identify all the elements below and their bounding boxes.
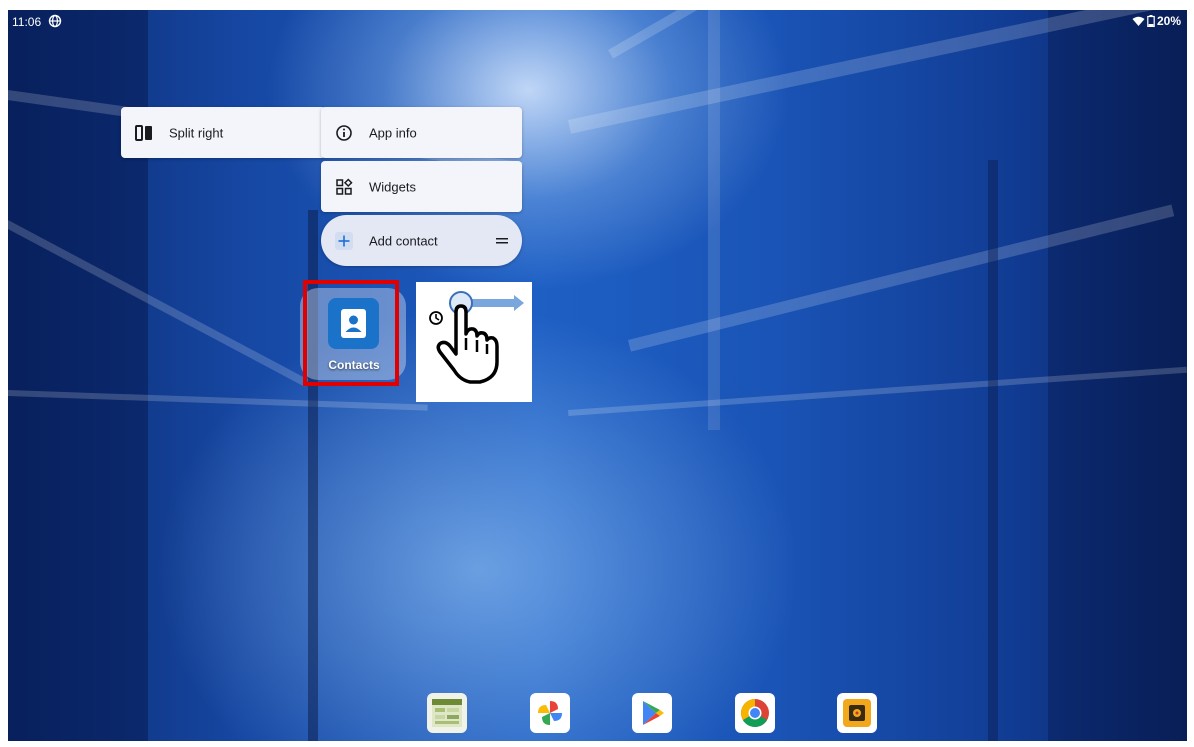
menu-app-info-label: App info [369, 125, 417, 140]
dock-app-spreadsheet[interactable] [427, 693, 467, 733]
status-time: 11:06 [12, 15, 42, 29]
vpn-globe-icon [48, 14, 62, 28]
menu-app-info[interactable]: App info [321, 107, 522, 158]
dock-app-chrome[interactable] [735, 693, 775, 733]
widgets-icon [336, 177, 353, 195]
drag-handle-icon[interactable] [496, 237, 508, 245]
info-icon [336, 124, 352, 141]
play-store-icon [643, 701, 664, 725]
home-screen[interactable]: 11:06 20% Split right App info Widgets A… [8, 10, 1187, 741]
menu-widgets[interactable]: Widgets [321, 161, 522, 212]
long-press-drag-illustration [429, 291, 524, 384]
menu-widgets-label: Widgets [369, 179, 416, 194]
google-photos-icon [538, 701, 562, 725]
menu-split-right[interactable]: Split right [121, 107, 326, 158]
contacts-highlight-box [303, 280, 399, 386]
plus-icon [335, 231, 353, 250]
battery-icon [1147, 15, 1155, 27]
gesture-hint [416, 282, 532, 402]
dock-app-play-store[interactable] [632, 693, 672, 733]
menu-split-right-label: Split right [169, 125, 224, 140]
dock-app-photos[interactable] [530, 693, 570, 733]
battery-percent: 20% [1156, 14, 1181, 28]
music-player-icon [843, 699, 871, 727]
status-icons: 20% [1132, 14, 1181, 28]
menu-add-contact-shortcut[interactable]: Add contact [321, 215, 522, 266]
wifi-icon [1132, 16, 1145, 26]
dock-app-music[interactable] [837, 693, 877, 733]
chrome-icon [741, 699, 769, 727]
menu-add-contact-label: Add contact [369, 233, 438, 248]
hand-pointer-icon [436, 304, 499, 384]
status-bar: 11:06 20% [8, 10, 1187, 34]
long-press-timer-icon [429, 311, 443, 325]
spreadsheet-icon [432, 699, 462, 727]
split-screen-icon [135, 124, 152, 141]
